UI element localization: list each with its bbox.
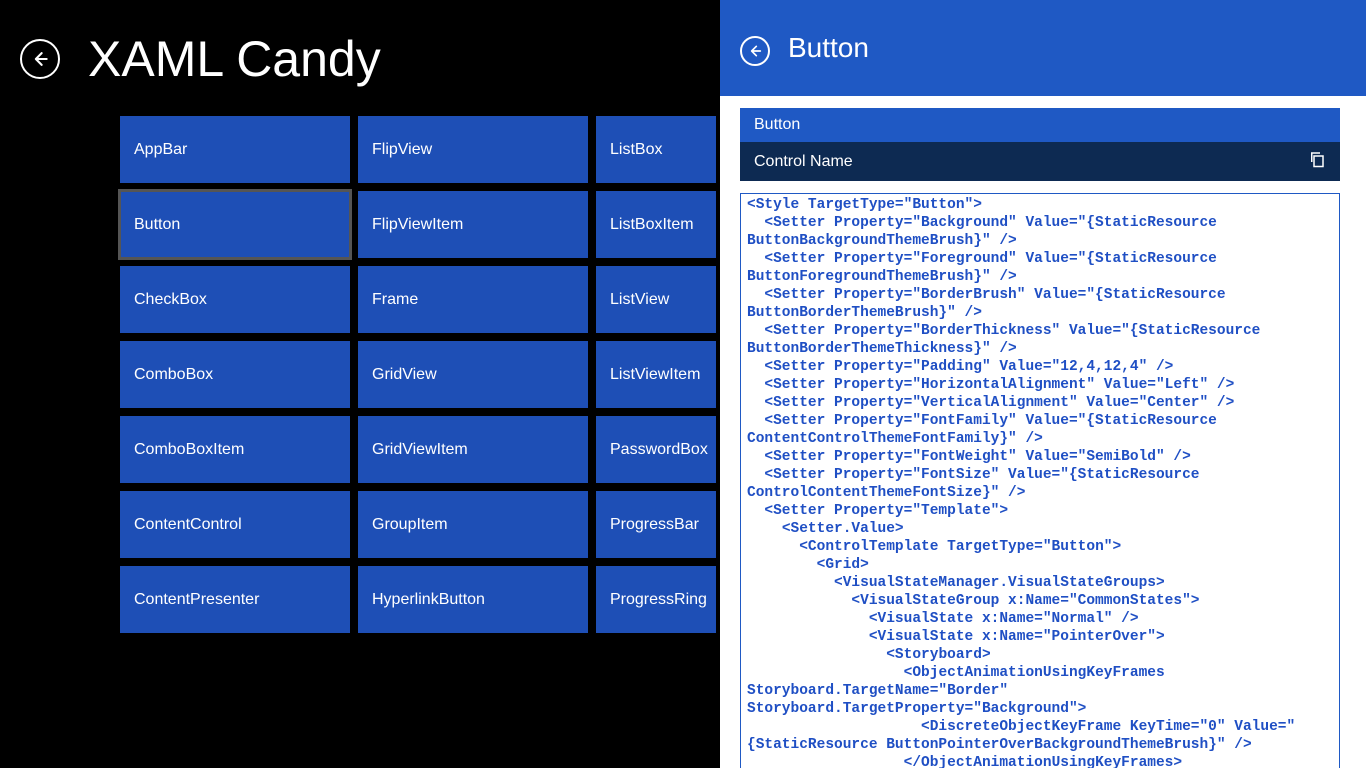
tile-progressring[interactable]: ProgressRing [596, 566, 716, 633]
tile-gridview[interactable]: GridView [358, 341, 588, 408]
detail-subtitle: Button [740, 108, 1340, 142]
code-block[interactable]: <Style TargetType="Button"> <Setter Prop… [740, 193, 1340, 768]
tile-label: ProgressBar [610, 516, 699, 534]
control-name-label: Control Name [754, 153, 853, 171]
arrow-left-icon [747, 43, 763, 59]
tile-label: FlipView [372, 141, 432, 159]
detail-title: Button [788, 32, 869, 64]
tile-label: ProgressRing [610, 591, 707, 609]
tile-comboboxitem[interactable]: ComboBoxItem [120, 416, 350, 483]
page-title: XAML Candy [88, 30, 381, 88]
tile-label: Frame [372, 291, 418, 309]
tile-passwordbox[interactable]: PasswordBox [596, 416, 716, 483]
tile-label: ComboBoxItem [134, 441, 244, 459]
tile-label: ContentPresenter [134, 591, 259, 609]
tile-label: ListViewItem [610, 366, 700, 384]
tile-label: CheckBox [134, 291, 207, 309]
back-button[interactable] [20, 39, 60, 79]
tile-progressbar[interactable]: ProgressBar [596, 491, 716, 558]
tile-label: ListView [610, 291, 669, 309]
tile-frame[interactable]: Frame [358, 266, 588, 333]
tile-label: ListBox [610, 141, 662, 159]
tile-label: GroupItem [372, 516, 448, 534]
tile-groupitem[interactable]: GroupItem [358, 491, 588, 558]
copy-button[interactable] [1308, 150, 1326, 173]
tile-hyperlinkbutton[interactable]: HyperlinkButton [358, 566, 588, 633]
tile-combobox[interactable]: ComboBox [120, 341, 350, 408]
left-pane: XAML Candy AppBar FlipView ListBox Butto… [0, 0, 720, 768]
tile-button[interactable]: Button [120, 191, 350, 258]
tile-gridviewitem[interactable]: GridViewItem [358, 416, 588, 483]
tile-checkbox[interactable]: CheckBox [120, 266, 350, 333]
tile-flipviewitem[interactable]: FlipViewItem [358, 191, 588, 258]
tile-listview[interactable]: ListView [596, 266, 716, 333]
tile-grid: AppBar FlipView ListBox Button FlipViewI… [0, 116, 720, 633]
control-name-bar: Control Name [740, 142, 1340, 181]
detail-header: Button [720, 0, 1366, 96]
tile-listboxitem[interactable]: ListBoxItem [596, 191, 716, 258]
tile-label: ContentControl [134, 516, 242, 534]
tile-label: ComboBox [134, 366, 213, 384]
tile-flipview[interactable]: FlipView [358, 116, 588, 183]
tile-label: HyperlinkButton [372, 591, 485, 609]
tile-listviewitem[interactable]: ListViewItem [596, 341, 716, 408]
copy-icon [1308, 150, 1326, 168]
tile-label: AppBar [134, 141, 187, 159]
header: XAML Candy [0, 30, 720, 88]
detail-pane: Button Button Control Name <Style Target… [720, 0, 1366, 768]
tile-contentpresenter[interactable]: ContentPresenter [120, 566, 350, 633]
tile-label: PasswordBox [610, 441, 708, 459]
detail-area: Button Control Name <Style TargetType="B… [720, 96, 1366, 768]
tile-label: FlipViewItem [372, 216, 463, 234]
tile-contentcontrol[interactable]: ContentControl [120, 491, 350, 558]
tile-label: GridViewItem [372, 441, 468, 459]
detail-back-button[interactable] [740, 36, 770, 66]
tile-label: GridView [372, 366, 437, 384]
tile-label: ListBoxItem [610, 216, 694, 234]
arrow-left-icon [30, 49, 50, 69]
tile-listbox[interactable]: ListBox [596, 116, 716, 183]
tile-appbar[interactable]: AppBar [120, 116, 350, 183]
tile-label: Button [134, 216, 180, 234]
